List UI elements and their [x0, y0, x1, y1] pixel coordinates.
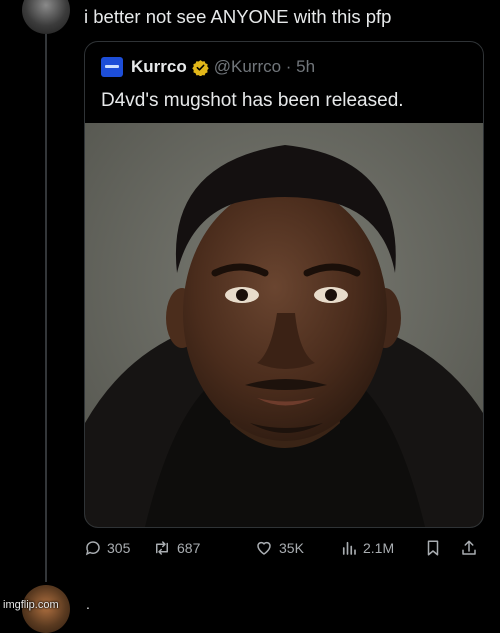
views-action[interactable]: 2.1M — [340, 537, 394, 559]
author-avatar[interactable] — [22, 0, 70, 34]
quoted-author-name[interactable]: Kurrco — [131, 57, 187, 77]
share-action[interactable] — [460, 537, 483, 559]
repost-action[interactable]: 687 — [152, 537, 200, 559]
heart-icon — [257, 541, 271, 555]
reply-text: . — [86, 596, 90, 612]
quoted-post-text: D4vd's mugshot has been released. — [101, 90, 404, 111]
verified-badge-icon — [192, 59, 209, 76]
like-count: 35K — [279, 540, 304, 556]
post-text: i better not see ANYONE with this pfp — [84, 6, 392, 27]
reply-action[interactable]: 305 — [84, 537, 130, 559]
share-icon — [462, 540, 476, 555]
view-count: 2.1M — [363, 540, 395, 556]
quoted-author-avatar[interactable] — [101, 57, 123, 77]
post-action-bar: 305 687 35K 2.1M — [84, 537, 484, 559]
bookmark-action[interactable] — [424, 537, 447, 559]
thread-line — [45, 34, 47, 582]
quoted-post-card[interactable]: Kurrco @Kurrco · 5h D4vd's mugshot has b… — [84, 41, 484, 528]
quoted-author-handle-time: @Kurrco · 5h — [213, 57, 316, 76]
repost-icon — [156, 541, 168, 555]
repost-count: 687 — [177, 540, 201, 556]
bookmark-icon — [427, 540, 439, 556]
quoted-post-header: Kurrco @Kurrco · 5h — [101, 57, 315, 77]
reply-count: 305 — [107, 540, 131, 556]
reply-icon — [85, 541, 100, 556]
imgflip-watermark: imgflip.com — [3, 599, 59, 611]
mugshot-photo[interactable] — [85, 123, 483, 527]
like-action[interactable]: 35K — [254, 537, 304, 559]
bar-chart-icon — [342, 541, 356, 555]
